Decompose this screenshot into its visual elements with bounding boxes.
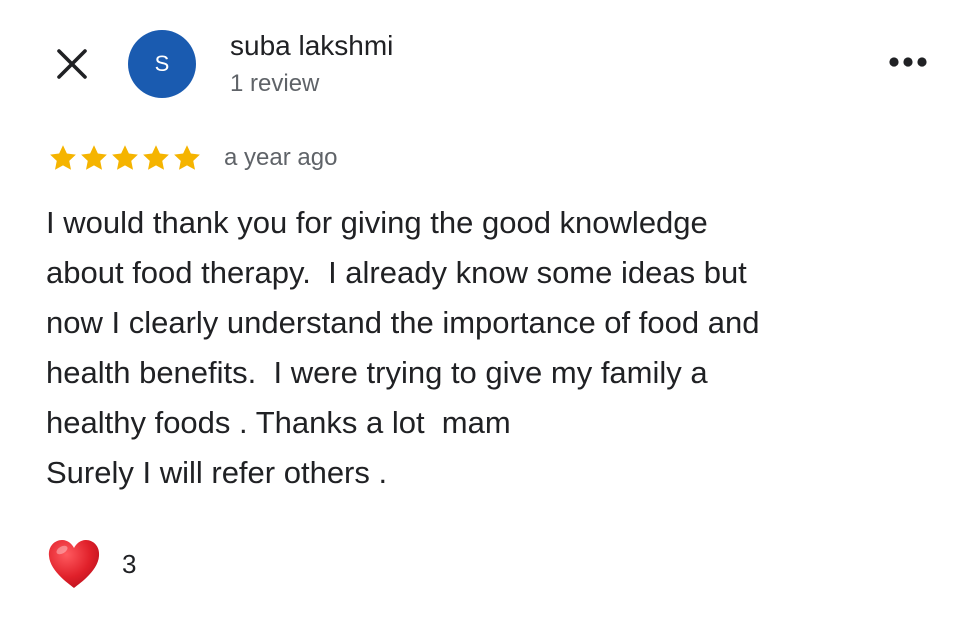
review-text-line: health benefits. I were trying to give m… — [46, 355, 708, 390]
avatar-initial: S — [154, 51, 170, 76]
close-button[interactable] — [50, 44, 94, 88]
review-date: a year ago — [224, 144, 338, 171]
reviewer-review-count: 1 review — [230, 70, 320, 97]
review-text-line: I would thank you for giving the good kn… — [46, 205, 708, 240]
star-icon — [143, 145, 169, 170]
star-icon — [174, 145, 200, 170]
star-rating — [48, 143, 202, 173]
review-text-line: about food therapy. I already know some … — [46, 255, 747, 290]
reaction-count: 3 — [122, 548, 137, 579]
star-icon — [50, 145, 76, 170]
more-horizontal-icon — [888, 55, 928, 73]
close-icon — [54, 46, 90, 87]
star-icon — [112, 145, 138, 170]
review-text-line: healthy foods . Thanks a lot mam — [46, 405, 511, 440]
review-text-line: now I clearly understand the importance … — [46, 305, 760, 340]
rating-row: a year ago — [48, 138, 337, 178]
review-text: I would thank you for giving the good kn… — [46, 198, 946, 498]
review-text-line: Surely I will refer others . — [46, 455, 388, 490]
reaction-button[interactable]: 3 — [46, 536, 136, 592]
reviewer-name[interactable]: suba lakshmi — [230, 30, 393, 62]
avatar[interactable]: S — [128, 30, 196, 98]
more-options-button[interactable] — [882, 48, 934, 80]
star-icon — [81, 145, 107, 170]
heart-icon — [46, 537, 102, 591]
